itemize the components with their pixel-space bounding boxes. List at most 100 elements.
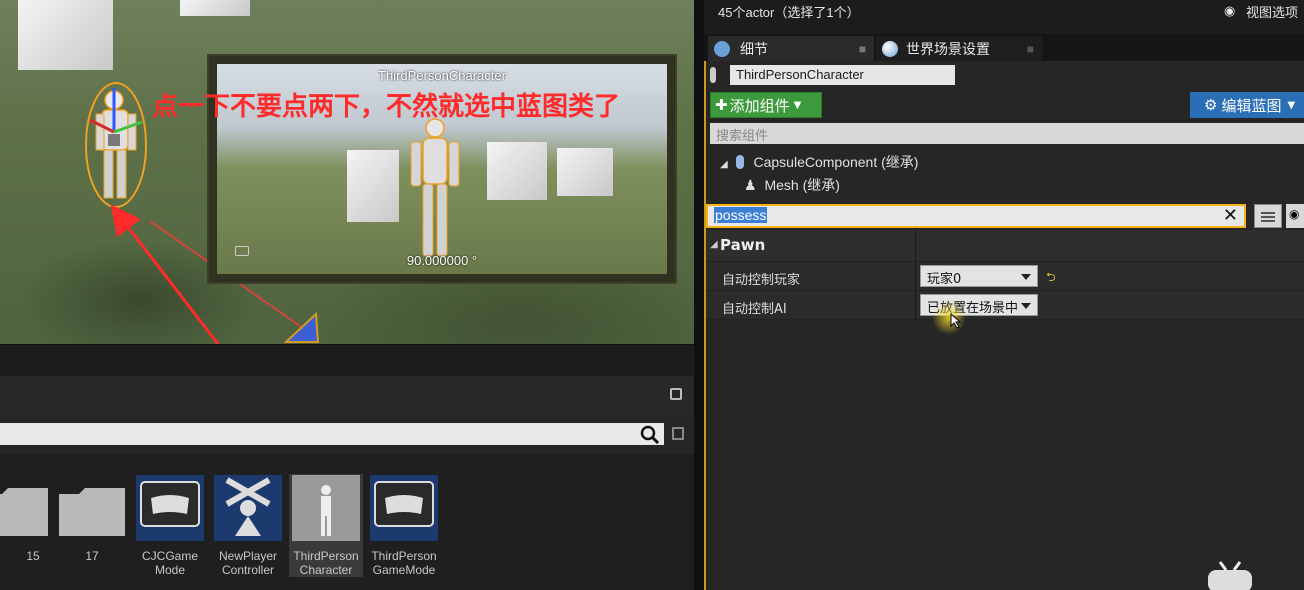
column-divider: [915, 230, 916, 261]
asset-label: ThirdPerson: [371, 549, 437, 563]
mesh-icon: ♟: [744, 177, 757, 193]
asset-label: Controller: [221, 563, 275, 577]
tab-bar: 细节 ■ 世界场景设置 ■: [704, 34, 1304, 61]
level-viewport[interactable]: ThirdPersonCharacter 90.000000 ° 点一下不要点两…: [0, 0, 694, 344]
preview-lock-icon: [235, 246, 249, 256]
globe-icon: [882, 40, 898, 57]
mouse-cursor-icon: [950, 313, 962, 329]
asset-character[interactable]: ThirdPerson Character: [289, 474, 363, 577]
tree-item-mesh[interactable]: ♟ Mesh (继承): [744, 175, 840, 195]
asset-label: Mode: [154, 563, 186, 577]
gear-icon: ⚙: [1204, 96, 1218, 114]
content-search-row: [0, 414, 694, 454]
eye-icon: ◉: [1289, 207, 1300, 221]
chevron-down-icon: ▼: [793, 99, 802, 111]
save-icon[interactable]: [672, 427, 684, 440]
collapse-arrow-icon: ◢: [710, 239, 718, 250]
property-row-auto-possess-player: 自动控制玩家 玩家0 ⮌: [706, 262, 1304, 291]
details-panel: ThirdPersonCharacter ✚ 添加组件 ▼ ⚙ 编辑蓝图 ▼ 搜…: [704, 61, 1304, 590]
asset-grid: 15 17 CJCGame Mode NewPlayer Controller …: [0, 454, 694, 590]
column-divider: [915, 262, 916, 290]
category-header-pawn[interactable]: ◢ Pawn: [706, 230, 1304, 262]
close-icon[interactable]: ■: [1027, 42, 1034, 56]
content-browser-toolbar: [0, 376, 694, 414]
property-row-auto-possess-ai: 自动控制AI 已放置在场景中: [706, 291, 1304, 320]
actor-icon: [710, 67, 716, 83]
eye-icon: ◉: [1224, 3, 1236, 18]
preview-cube: [487, 142, 547, 200]
viewport-cube: [180, 0, 250, 16]
close-icon[interactable]: ■: [859, 42, 866, 56]
grid-icon: [1261, 210, 1275, 222]
viewport-marker-icon: [283, 312, 320, 343]
property-label: 自动控制玩家: [722, 273, 801, 288]
plus-icon: ✚: [715, 96, 728, 114]
tree-item-capsule[interactable]: ◢ CapsuleComponent (继承): [720, 152, 918, 172]
asset-gamemode[interactable]: CJCGame Mode: [133, 474, 207, 577]
tab-label: 细节: [740, 40, 768, 57]
component-search-input[interactable]: 搜索组件: [710, 123, 1304, 144]
view-options-button[interactable]: 视图选项: [1246, 2, 1298, 21]
tree-item-label: Mesh (继承): [764, 177, 840, 193]
expand-arrow-icon: ◢: [720, 159, 728, 170]
gamepad-icon: [370, 475, 438, 541]
actor-name-field[interactable]: ThirdPersonCharacter: [730, 65, 955, 85]
asset-gamemode[interactable]: ThirdPerson GameMode: [367, 474, 441, 577]
chevron-down-icon: [1021, 274, 1031, 280]
edit-blueprint-button[interactable]: ⚙ 编辑蓝图 ▼: [1190, 92, 1304, 118]
search-icon[interactable]: [640, 425, 660, 445]
add-component-label: 添加组件: [729, 96, 790, 115]
asset-folder[interactable]: 17: [55, 474, 129, 563]
asset-label: GameMode: [372, 563, 436, 577]
folder-icon: [0, 488, 48, 536]
preview-title: ThirdPersonCharacter: [378, 68, 506, 83]
watermark-logo: [1208, 561, 1252, 590]
column-divider: [915, 291, 916, 319]
reset-icon[interactable]: ⮌: [1046, 268, 1056, 289]
annotation-text: 点一下不要点两下，不然就选中蓝图类了: [152, 92, 621, 122]
property-search-input[interactable]: possess ✕: [706, 204, 1246, 228]
asset-label: Character: [299, 563, 353, 577]
chevron-down-icon: [1021, 303, 1031, 309]
edit-blueprint-label: 编辑蓝图: [1221, 96, 1282, 115]
preview-cube: [557, 148, 613, 196]
folder-icon: [59, 488, 125, 536]
actor-count: 45个actor（选择了1个）: [718, 5, 860, 20]
property-label: 自动控制AI: [722, 302, 787, 317]
content-browser-header: [0, 344, 694, 376]
asset-label: CJCGame: [141, 549, 198, 563]
property-matrix-button[interactable]: [1254, 204, 1282, 228]
auto-possess-player-dropdown[interactable]: 玩家0: [920, 265, 1038, 287]
asset-folder[interactable]: 15: [0, 474, 52, 563]
category-label: Pawn: [720, 236, 766, 254]
viewport-cube: [18, 0, 113, 70]
chevron-down-icon: ▼: [1287, 99, 1296, 111]
controller-icon: [214, 475, 282, 541]
gamepad-icon: [136, 475, 204, 541]
selected-character[interactable]: [76, 80, 156, 210]
asset-label: NewPlayer: [218, 549, 278, 563]
add-component-button[interactable]: ✚ 添加组件 ▼: [710, 92, 822, 118]
panel-divider[interactable]: [694, 0, 704, 590]
asset-label: 17: [85, 549, 99, 563]
visibility-button[interactable]: ◉: [1286, 204, 1304, 228]
preview-cube: [347, 150, 399, 222]
preview-angle: 90.000000 °: [406, 253, 478, 268]
content-search-input[interactable]: [0, 423, 664, 445]
outliner-status-bar: 45个actor（选择了1个） ◉ 视图选项: [704, 0, 1304, 34]
magnifier-icon: [714, 40, 730, 57]
property-search-text: possess: [714, 207, 768, 223]
character-thumbnail-icon: [292, 475, 360, 541]
asset-label: 15: [26, 549, 40, 563]
preview-character: [410, 118, 460, 257]
clear-icon[interactable]: ✕: [1223, 205, 1238, 226]
tab-details[interactable]: 细节 ■: [708, 36, 874, 61]
lock-icon[interactable]: [670, 388, 682, 400]
tree-item-label: CapsuleComponent (继承): [753, 154, 919, 170]
dropdown-value: 玩家0: [927, 272, 962, 287]
tab-label: 世界场景设置: [906, 40, 990, 57]
tab-world-settings[interactable]: 世界场景设置 ■: [876, 36, 1042, 61]
asset-controller[interactable]: NewPlayer Controller: [211, 474, 285, 577]
asset-label: ThirdPerson: [293, 549, 359, 563]
capsule-icon: [735, 155, 744, 169]
